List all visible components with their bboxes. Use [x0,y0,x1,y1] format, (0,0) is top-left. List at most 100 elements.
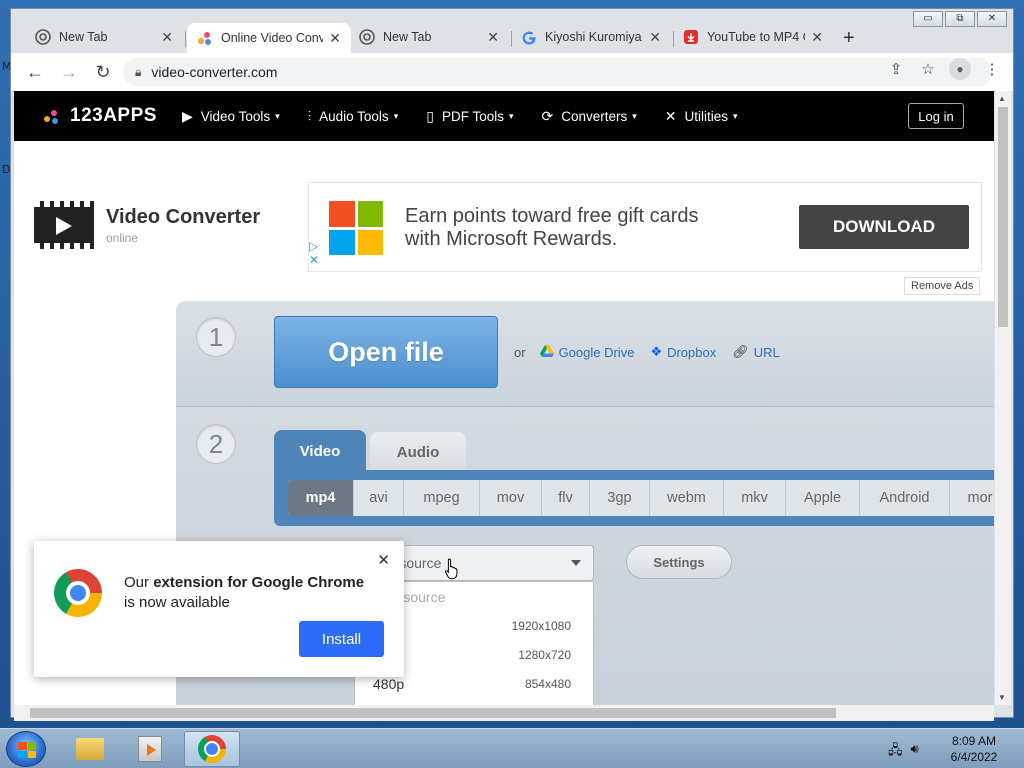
close-tab-icon[interactable]: ✕ [161,29,173,46]
horizontal-scrollbar[interactable] [14,705,994,721]
new-tab-button[interactable]: + [843,27,855,50]
tab-title: YouTube to MP4 C [707,30,806,44]
chevron-down-icon: ▾ [632,110,637,121]
google-drive-link[interactable]: Google Drive [539,344,634,360]
scroll-thumb[interactable] [30,708,836,718]
tab-video[interactable]: Video [274,430,366,472]
or-label: or [514,344,526,360]
tab-audio[interactable]: Audio [370,432,466,472]
close-icon[interactable]: ✕ [377,551,390,569]
close-tab-icon[interactable]: ✕ [649,29,661,46]
logo-dots-icon [44,108,64,124]
format-more[interactable]: mor [950,480,994,516]
share-icon[interactable]: ⇪ [885,58,907,80]
volume-icon[interactable]: 🔊︎ [911,741,919,763]
option-label: 480p [373,675,405,692]
format-webm[interactable]: webm [650,480,724,516]
ad-line: Earn points toward free gift cards [405,205,699,227]
back-button[interactable]: ← [19,58,51,86]
dropbox-icon: ❖ [650,344,663,359]
start-button[interactable] [6,731,46,767]
login-button[interactable]: Log in [908,103,964,129]
bookmark-star-icon[interactable]: ☆ [917,58,939,80]
vertical-scrollbar[interactable]: ▲ ▼ [995,91,1011,705]
close-tab-icon[interactable]: ✕ [811,29,823,46]
browser-tab-active[interactable]: Online Video Conv ✕ [187,23,351,53]
format-flv[interactable]: flv [542,480,590,516]
menu-label: Video Tools [200,108,271,124]
chrome-icon [35,29,51,45]
forward-button[interactable]: → [53,58,85,86]
adchoices-icon[interactable]: ▷ ✕ [309,239,319,267]
settings-button[interactable]: Settings [626,545,732,579]
format-mpeg[interactable]: mpeg [404,480,480,516]
microsoft-logo-icon [329,201,383,255]
browser-tab[interactable]: Kiyoshi Kuromiya ✕ [511,23,671,51]
format-mp4[interactable]: mp4 [288,480,354,516]
scroll-down-icon[interactable]: ▼ [998,693,1006,702]
browser-tab[interactable]: New Tab ✕ [25,23,183,51]
remove-ads-button[interactable]: Remove Ads [904,277,981,295]
tab-title: New Tab [59,30,108,44]
menu-converters[interactable]: ⟳ Converters ▾ [542,108,637,125]
menu-audio-tools[interactable]: ⫶ Audio Tools ▾ [308,108,399,125]
taskbar-explorer[interactable] [62,731,118,767]
waveform-icon: ⫶ [307,107,312,124]
google-icon [521,29,537,45]
site-logo[interactable]: 123APPS [44,105,157,127]
ad-download-button[interactable]: DOWNLOAD [799,205,969,249]
hand-cursor-icon [445,558,458,580]
menu-label: Converters [561,108,628,124]
open-file-button[interactable]: Open file [274,316,498,388]
format-android[interactable]: Android [860,480,950,516]
page-subtitle: online [106,230,139,245]
taskbar-media-player[interactable] [122,731,178,767]
menu-utilities[interactable]: ✕ Utilities ▾ [665,108,738,125]
chrome-extension-popup: ✕ Our extension for Google Chrome is now… [34,541,404,677]
play-box-icon: ▶︎ [182,107,193,124]
dropbox-link[interactable]: ❖ Dropbox [650,344,716,360]
close-tab-icon[interactable]: ✕ [487,29,499,46]
popup-text-post: is now available [124,594,230,611]
folder-icon [76,738,104,760]
menu-pdf-tools[interactable]: ▯ PDF Tools ▾ [426,108,513,125]
taskbar-clock[interactable]: 8:09 AM 6/4/2022 [944,733,1004,765]
scroll-thumb[interactable] [998,107,1008,327]
browser-tab[interactable]: New Tab ✕ [349,23,509,51]
popup-text-pre: Our [124,574,154,591]
tab-title: New Tab [383,30,432,44]
taskbar-chrome[interactable] [184,731,240,767]
chevron-down-icon: ▾ [508,110,514,121]
format-mov[interactable]: mov [480,480,542,516]
menu-label: PDF Tools [441,108,504,124]
ad-text: Earn points toward free gift cards with … [405,205,698,251]
chevron-down-icon [571,560,581,566]
tab-title: Kiyoshi Kuromiya [545,30,642,44]
chrome-icon [198,735,226,763]
reload-button[interactable]: ↻ [87,58,119,86]
browser-tab[interactable]: YouTube to MP4 C ✕ [673,23,833,51]
ad-banner[interactable]: Earn points toward free gift cards with … [308,182,982,272]
menu-video-tools[interactable]: ▶︎ Video Tools ▾ [182,108,280,125]
scroll-up-icon[interactable]: ▲ [998,94,1006,103]
source-label: Dropbox [667,344,717,360]
url-link[interactable]: 🔗︎ URL [732,344,780,360]
format-bar: mp4 avi mpeg mov flv 3gp webm mkv Apple … [274,470,994,526]
123apps-icon [197,30,213,46]
format-3gp[interactable]: 3gp [590,480,650,516]
option-resolution: 1920x1080 [511,618,571,633]
format-apple[interactable]: Apple [786,480,860,516]
system-tray: 🖧︎ 🔊︎ [888,741,919,763]
address-bar[interactable]: 🔒︎ video-converter.com [123,58,993,86]
close-tab-icon[interactable]: ✕ [329,30,341,47]
url-text: video-converter.com [151,64,278,80]
install-button[interactable]: Install [299,621,384,657]
profile-avatar-icon[interactable]: ● [949,58,971,80]
network-icon[interactable]: 🖧︎ [888,741,903,763]
popup-text-bold: extension for Google Chrome [153,574,365,591]
tab-divider [185,31,186,47]
chevron-down-icon: ▾ [733,110,738,121]
format-avi[interactable]: avi [354,480,404,516]
format-mkv[interactable]: mkv [724,480,786,516]
menu-kebab-icon[interactable]: ⋮ [981,58,1003,80]
